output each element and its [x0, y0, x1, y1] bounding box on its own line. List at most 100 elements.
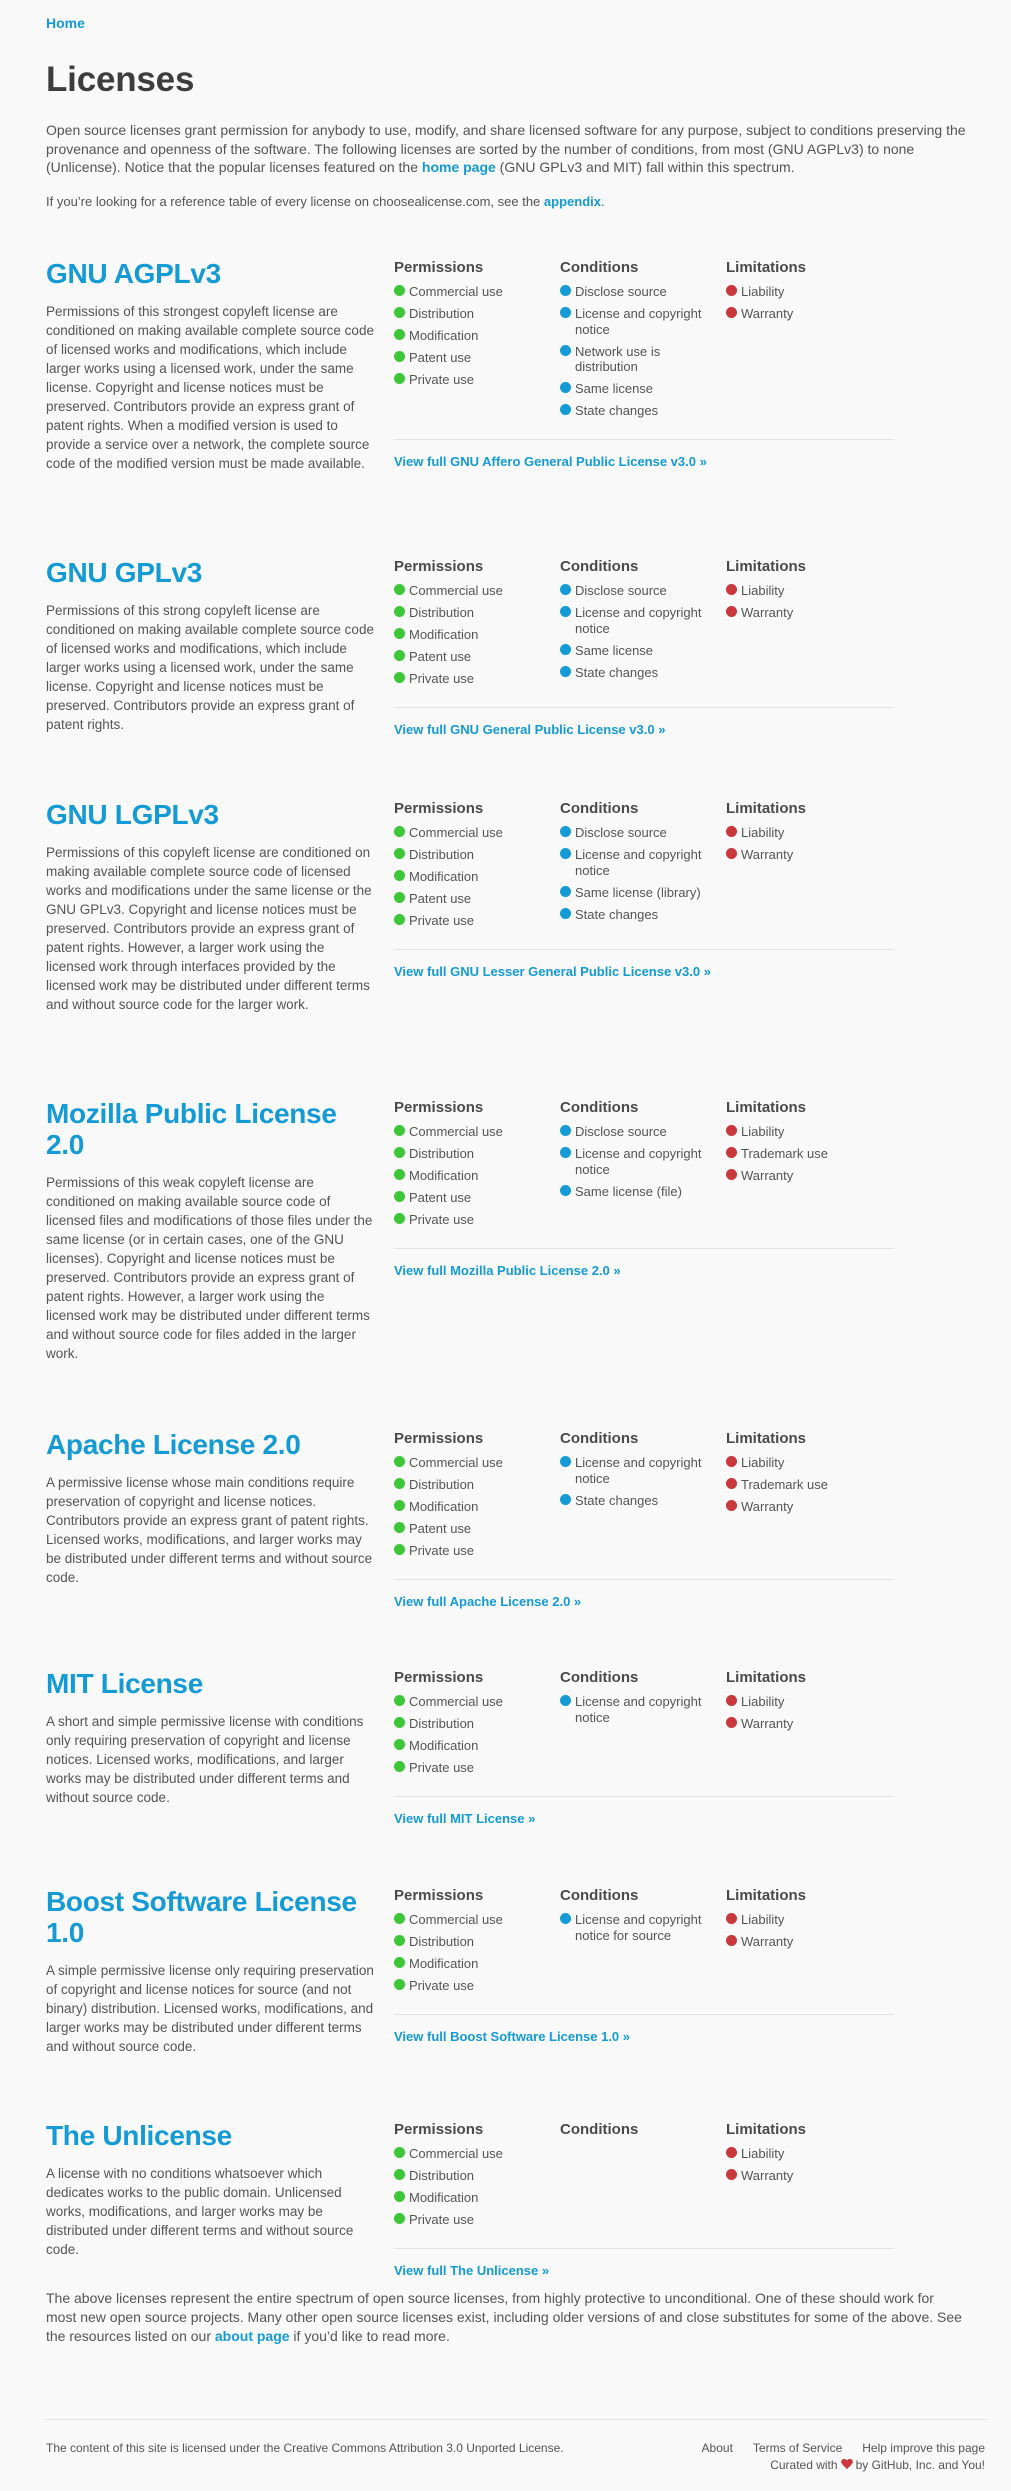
breadcrumb-home-link[interactable]: Home: [46, 14, 85, 33]
permission-item[interactable]: Patent use: [394, 1521, 560, 1537]
condition-item[interactable]: Disclose source: [560, 1124, 726, 1140]
view-full-license-link[interactable]: View full GNU Lesser General Public Lice…: [394, 963, 894, 981]
permission-item[interactable]: Distribution: [394, 306, 560, 322]
limitation-item[interactable]: Trademark use: [726, 1477, 892, 1493]
permission-item[interactable]: Commercial use: [394, 2146, 560, 2162]
footer-terms-link[interactable]: Terms of Service: [753, 2440, 842, 2456]
permission-item[interactable]: Patent use: [394, 1190, 560, 1206]
permission-item[interactable]: Private use: [394, 1760, 560, 1776]
limitation-item[interactable]: Warranty: [726, 847, 892, 863]
permission-item[interactable]: Private use: [394, 1212, 560, 1228]
condition-item[interactable]: Network use is distribution: [560, 344, 726, 375]
condition-item[interactable]: State changes: [560, 665, 726, 681]
permission-item[interactable]: Distribution: [394, 605, 560, 621]
permission-item[interactable]: Modification: [394, 2190, 560, 2206]
permission-item[interactable]: Distribution: [394, 1146, 560, 1162]
condition-item[interactable]: Same license: [560, 643, 726, 659]
limitation-item[interactable]: Warranty: [726, 1716, 892, 1732]
permission-item[interactable]: Modification: [394, 869, 560, 885]
condition-item[interactable]: License and copyright notice: [560, 605, 726, 636]
view-full-license-link[interactable]: View full MIT License »: [394, 1810, 894, 1828]
footer-help-link[interactable]: Help improve this page: [862, 2440, 985, 2456]
permission-item[interactable]: Modification: [394, 1499, 560, 1515]
permission-item[interactable]: Distribution: [394, 1716, 560, 1732]
permission-item[interactable]: Distribution: [394, 2168, 560, 2184]
license-name[interactable]: Mozilla Public License 2.0: [46, 1098, 376, 1160]
condition-item[interactable]: License and copyright notice: [560, 847, 726, 878]
limitation-item[interactable]: Liability: [726, 1455, 892, 1471]
permission-item[interactable]: Modification: [394, 627, 560, 643]
permission-item[interactable]: Commercial use: [394, 825, 560, 841]
license-name[interactable]: GNU LGPLv3: [46, 799, 376, 830]
permission-item[interactable]: Commercial use: [394, 1912, 560, 1928]
permission-item[interactable]: Commercial use: [394, 1455, 560, 1471]
license-name[interactable]: The Unlicense: [46, 2120, 376, 2151]
view-full-license-link[interactable]: View full GNU Affero General Public Lice…: [394, 453, 894, 471]
limitation-item[interactable]: Warranty: [726, 1168, 892, 1184]
permission-item[interactable]: Patent use: [394, 350, 560, 366]
condition-item[interactable]: Disclose source: [560, 284, 726, 300]
footer-about-link[interactable]: About: [702, 2440, 733, 2456]
condition-item[interactable]: State changes: [560, 1493, 726, 1509]
view-full-license-link[interactable]: View full Apache License 2.0 »: [394, 1593, 894, 1611]
permission-item[interactable]: Distribution: [394, 847, 560, 863]
permission-item[interactable]: Modification: [394, 1738, 560, 1754]
view-full-license-link[interactable]: View full The Unlicense »: [394, 2262, 894, 2280]
cc-license-link[interactable]: Creative Commons Attribution 3.0 Unporte…: [283, 2441, 560, 2455]
license-name[interactable]: GNU AGPLv3: [46, 258, 376, 289]
license-name[interactable]: Apache License 2.0: [46, 1429, 376, 1460]
limitation-item[interactable]: Warranty: [726, 605, 892, 621]
limitation-item[interactable]: Liability: [726, 2146, 892, 2162]
condition-item[interactable]: Same license: [560, 381, 726, 397]
about-page-link[interactable]: about page: [215, 2328, 290, 2344]
permission-item[interactable]: Commercial use: [394, 284, 560, 300]
limitation-item[interactable]: Liability: [726, 284, 892, 300]
limitation-item[interactable]: Warranty: [726, 2168, 892, 2184]
permission-item[interactable]: Distribution: [394, 1477, 560, 1493]
limitation-item[interactable]: Warranty: [726, 1499, 892, 1515]
view-full-license-link[interactable]: View full Mozilla Public License 2.0 »: [394, 1262, 894, 1280]
appendix-link[interactable]: appendix: [544, 194, 601, 209]
license-name[interactable]: MIT License: [46, 1668, 376, 1699]
limitation-item[interactable]: Warranty: [726, 1934, 892, 1950]
condition-item[interactable]: License and copyright notice for source: [560, 1912, 726, 1943]
condition-item[interactable]: License and copyright notice: [560, 1694, 726, 1725]
condition-item[interactable]: License and copyright notice: [560, 1146, 726, 1177]
permission-item[interactable]: Patent use: [394, 649, 560, 665]
condition-item[interactable]: State changes: [560, 403, 726, 419]
condition-item[interactable]: State changes: [560, 907, 726, 923]
permission-item[interactable]: Commercial use: [394, 583, 560, 599]
permission-item[interactable]: Modification: [394, 1956, 560, 1972]
condition-item[interactable]: Same license (file): [560, 1184, 726, 1200]
limitation-item[interactable]: Liability: [726, 583, 892, 599]
permission-item[interactable]: Private use: [394, 913, 560, 929]
permission-item[interactable]: Private use: [394, 372, 560, 388]
permission-item[interactable]: Commercial use: [394, 1694, 560, 1710]
view-full-license-link[interactable]: View full GNU General Public License v3.…: [394, 721, 894, 739]
limitation-item[interactable]: Trademark use: [726, 1146, 892, 1162]
permission-item[interactable]: Private use: [394, 2212, 560, 2228]
permission-item[interactable]: Modification: [394, 1168, 560, 1184]
condition-item[interactable]: Disclose source: [560, 825, 726, 841]
limitation-item[interactable]: Liability: [726, 1124, 892, 1140]
license-name[interactable]: GNU GPLv3: [46, 557, 376, 588]
permission-item[interactable]: Modification: [394, 328, 560, 344]
condition-item[interactable]: Disclose source: [560, 583, 726, 599]
permission-item[interactable]: Private use: [394, 1978, 560, 1994]
permission-item[interactable]: Commercial use: [394, 1124, 560, 1140]
license-name[interactable]: Boost Software License 1.0: [46, 1886, 376, 1948]
home-page-link[interactable]: home page: [422, 159, 496, 175]
permission-item[interactable]: Patent use: [394, 891, 560, 907]
limitation-item[interactable]: Warranty: [726, 306, 892, 322]
limitations-column: Limitations Liability Warranty: [726, 557, 892, 693]
limitation-item[interactable]: Liability: [726, 1694, 892, 1710]
permission-item[interactable]: Private use: [394, 1543, 560, 1559]
limitation-item[interactable]: Liability: [726, 825, 892, 841]
condition-item[interactable]: License and copyright notice: [560, 1455, 726, 1486]
view-full-license-link[interactable]: View full Boost Software License 1.0 »: [394, 2028, 894, 2046]
permission-item[interactable]: Distribution: [394, 1934, 560, 1950]
condition-item[interactable]: License and copyright notice: [560, 306, 726, 337]
condition-item[interactable]: Same license (library): [560, 885, 726, 901]
permission-item[interactable]: Private use: [394, 671, 560, 687]
limitation-item[interactable]: Liability: [726, 1912, 892, 1928]
